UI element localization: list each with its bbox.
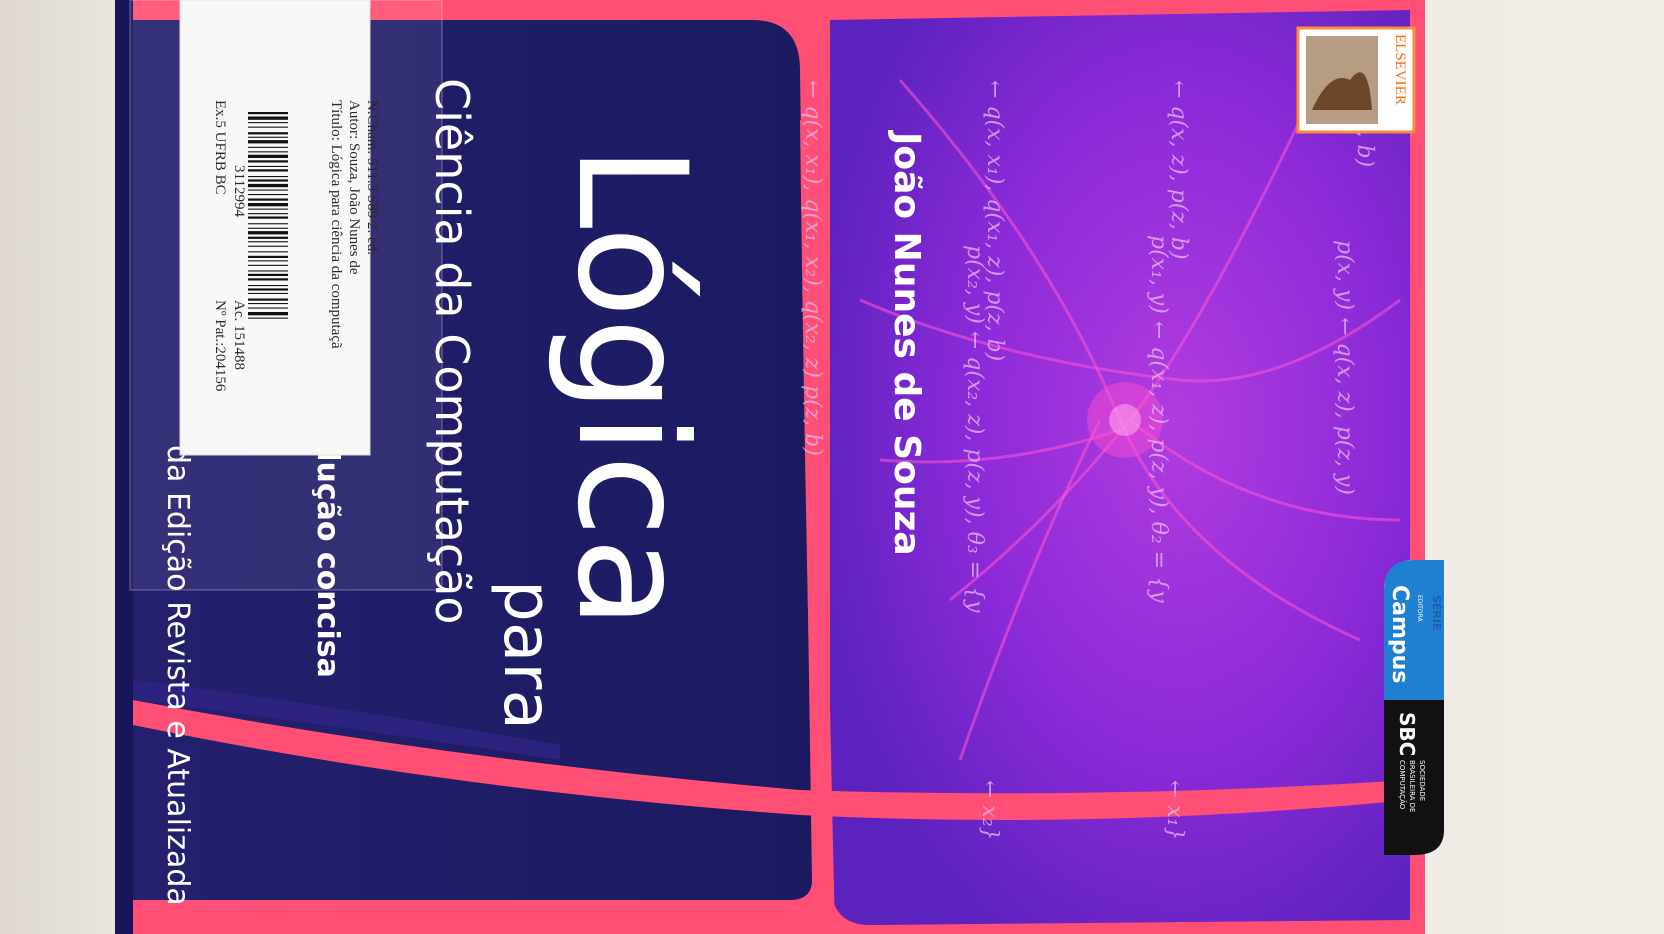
barcode-bar — [248, 245, 288, 247]
label-patrimonio: Nº Pat.:204156 — [212, 300, 228, 392]
barcode-bar — [248, 160, 288, 163]
barcode-bar — [248, 208, 288, 210]
formula-7: ← x₁} — [1162, 780, 1187, 841]
barcode-bar — [248, 151, 288, 153]
barcode-bar — [248, 154, 288, 158]
barcode-bar — [248, 298, 288, 301]
label-line-4a: Ex.5 UFRB BC — [212, 100, 228, 195]
barcode-bar — [248, 270, 288, 272]
elsevier-wordmark: ELSEVIER — [1392, 34, 1408, 105]
barcode-bar — [248, 189, 288, 191]
elsevier-logo: ELSEVIER — [1296, 26, 1416, 134]
formula-8: ← x₂} — [977, 780, 1002, 841]
barcode-bar — [248, 179, 288, 182]
barcode-bar — [248, 112, 288, 115]
barcode-bar — [248, 146, 288, 148]
barcode-bar — [248, 223, 288, 225]
badge-sbc-line-2: BRASILEIRA DE — [1408, 760, 1416, 812]
publisher-badges: SÉRIE EDITORA Campus SBC SOCIEDADE BRASI… — [1384, 560, 1444, 855]
barcode-bar — [248, 285, 288, 287]
formula-1: p(x, y) ← q(x, z), p(z, y) — [1332, 240, 1357, 495]
barcode-bar — [248, 227, 288, 229]
label-line-2: Autor: Souza, João Nunes de — [346, 100, 362, 275]
barcode-bar — [248, 231, 288, 235]
badge-campus: Campus — [1387, 585, 1412, 683]
barcode-bar — [248, 140, 288, 144]
title-logica: Lógica — [544, 145, 718, 629]
formula-3: p(x₁, y) ← q(x₁, z), p(z, y), θ₂ = {y — [1146, 235, 1171, 603]
barcode-bar — [248, 241, 288, 243]
barcode-bar — [248, 278, 288, 281]
barcode-bar — [248, 317, 288, 319]
barcode-bar — [248, 255, 288, 258]
badge-sbc-line-3: COMPUTAÇÃO — [1398, 760, 1407, 810]
badge-sbc: SBC — [1395, 712, 1419, 756]
barcode-bar — [248, 198, 288, 201]
badge-editora: EDITORA — [1416, 595, 1423, 622]
barcode-bar — [248, 194, 288, 196]
formula-6: ← q(x, x₁), q(x₁, x₂), q(x₂, z) p(z, b) — [800, 80, 825, 456]
barcode-bar — [248, 176, 288, 178]
formula-5: p(x₂, y) ← q(x₂, z), p(z, y), θ₃ = {y — [962, 245, 987, 613]
label-line-3: Título: Lógica para ciência da computaçã — [328, 100, 344, 349]
barcode-bar — [248, 251, 288, 253]
barcode-bar — [248, 126, 288, 128]
barcode-bar — [248, 260, 288, 262]
label-line-1: N.Cham. 511.3 S89 2. ed. — [364, 100, 380, 255]
formula-2: ← q(x, z), p(z, b) — [1166, 80, 1191, 260]
barcode-bar — [248, 273, 288, 276]
barcode-bar — [248, 213, 288, 215]
barcode-bar — [248, 292, 288, 294]
barcode-bar — [248, 169, 288, 172]
library-label: N.Cham. 511.3 S89 2. ed. Autor: Souza, J… — [129, 0, 443, 591]
label-barcode-number: 3112994 — [231, 165, 247, 217]
barcode-bar — [248, 288, 288, 291]
barcode-bar — [248, 136, 288, 138]
barcode-bar — [248, 203, 288, 207]
barcode-bar — [248, 216, 288, 219]
barcode-bar — [248, 116, 288, 120]
barcode-bar — [248, 183, 288, 188]
book-cover-photo: ← p(x, b) p(x, y) ← q(x, z), p(z, y) ← q… — [115, 0, 1444, 934]
barcode-bar — [248, 264, 288, 266]
badge-sbc-line-1: SOCIEDADE — [1418, 760, 1426, 801]
title-para: para — [489, 580, 566, 730]
barcode-bar — [248, 165, 288, 167]
barcode-bar — [248, 312, 288, 316]
barcode-bar — [248, 307, 288, 309]
badge-serie: SÉRIE — [1430, 595, 1443, 631]
label-line-4b: Ac. 151488 — [231, 300, 247, 370]
barcode-bar — [248, 236, 288, 239]
barcode-bar — [248, 132, 288, 135]
barcode-bar — [248, 303, 288, 305]
author-name: João Nunes de Souza — [886, 129, 927, 556]
barcode-bar — [248, 122, 288, 124]
